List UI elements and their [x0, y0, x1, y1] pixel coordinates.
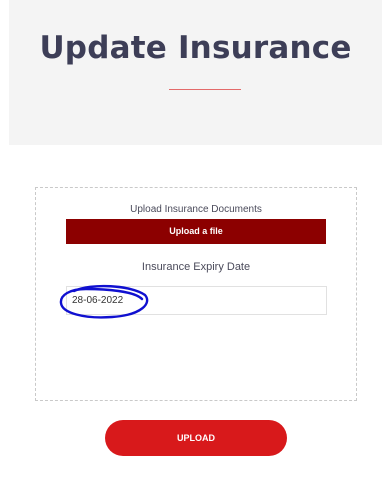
- page-header: Update Insurance: [9, 0, 382, 145]
- upload-submit-button[interactable]: UPLOAD: [105, 420, 287, 456]
- documents-label: Upload Insurance Documents: [130, 204, 262, 215]
- upload-file-button[interactable]: Upload a file: [66, 219, 326, 244]
- expiry-date-label: Insurance Expiry Date: [141, 261, 251, 273]
- page-title: Update Insurance: [39, 30, 352, 66]
- expiry-date-input[interactable]: [66, 286, 327, 315]
- title-underline: [169, 89, 241, 90]
